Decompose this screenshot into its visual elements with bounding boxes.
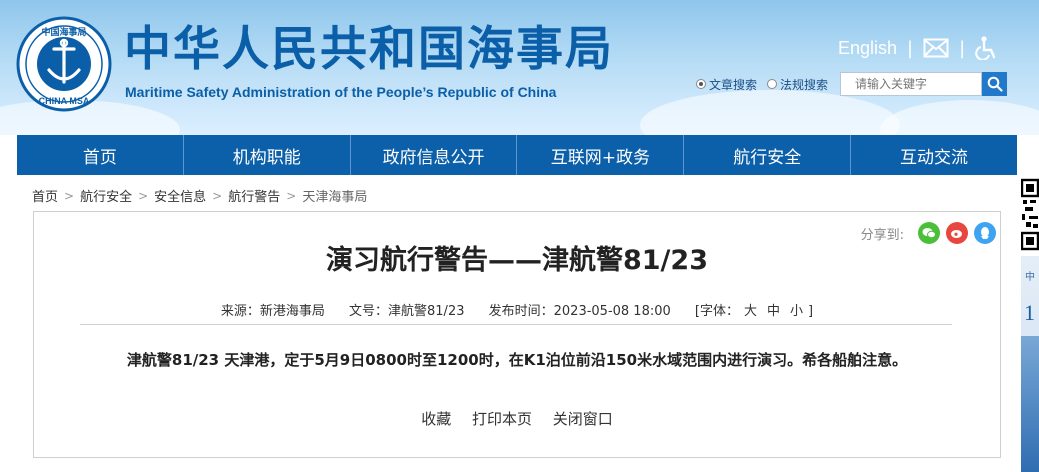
radio-dot[interactable] [696,79,706,89]
search-option-label: 文章搜索 [709,77,758,92]
article-title: 演习航行警告——津航警81/23 [325,245,708,276]
site-title[interactable]: 中华人民共和国海事局 [124,22,614,78]
separator: | [959,37,966,59]
search-area: 文章搜索 法规搜索 [696,72,1008,96]
font-size-close: ] [808,304,814,319]
side-panel-strip [1021,336,1039,472]
search-option-articles[interactable]: 文章搜索 [696,76,757,93]
breadcrumb-link[interactable]: 航行安全 [80,186,132,205]
nav-item-internet-services[interactable]: 互联网+政务 [517,135,685,175]
mail-icon[interactable] [923,38,949,58]
accessibility-icon[interactable] [975,36,997,60]
search-button[interactable] [982,72,1008,96]
msa-emblem-logo[interactable]: 中国海事局 CHINA MSA [16,16,112,112]
header-cloud [640,90,900,135]
close-window-link[interactable]: 关闭窗口 [553,410,613,428]
breadcrumb-arrow-icon: > [286,188,297,203]
search-input[interactable] [840,72,983,96]
breadcrumb-link[interactable]: 天津海事局 [302,186,367,205]
breadcrumb-arrow-icon: > [64,188,75,203]
nav-item-gov-info[interactable]: 政府信息公开 [351,135,518,175]
article-actions: 收藏 打印本页 关闭窗口 [34,408,1000,429]
font-size-switcher: [字体： 大中小] [695,304,813,319]
article-body: 津航警81/23 天津港，定于5月9日0800时至1200时，在K1泊位前沿15… [126,351,908,369]
print-link[interactable]: 打印本页 [472,410,532,428]
nav-item-home[interactable]: 首页 [17,135,184,175]
meta-divider [80,324,952,325]
english-link[interactable]: English [838,38,897,59]
favorite-link[interactable]: 收藏 [421,410,451,428]
radio-dot[interactable] [767,79,778,89]
side-floating-panel[interactable]: 中 1 [1021,256,1039,472]
breadcrumb: 首页 > 航行安全 > 安全信息 > 航行警告 > 天津海事局 [32,186,367,206]
font-size-small[interactable]: 小 [790,304,803,319]
breadcrumb-link[interactable]: 安全信息 [154,186,206,205]
header-cloud [880,100,1039,135]
nav-item-navigation-safety[interactable]: 航行安全 [684,135,852,175]
side-panel-number: 1 [1024,300,1035,325]
side-panel-text: 中 [1025,272,1035,283]
top-links: English | | [838,36,997,60]
qr-code[interactable] [1020,178,1039,252]
emblem-bottom-text: CHINA MSA [39,96,90,106]
article-meta: 来源：新港海事局 文号：津航警81/23 发布时间：2023-05-08 18:… [34,300,1000,319]
main-nav: 首页 机构职能 政府信息公开 互联网+政务 航行安全 互动交流 [17,135,1017,175]
article-publish-time: 发布时间：2023-05-08 18:00 [488,304,671,319]
article-panel: 分享到: 演习航行警告——津航警81/23 来源：新港海事局 文号：津航警81/… [33,211,1001,458]
font-size-label: [字体： [694,304,739,319]
breadcrumb-arrow-icon: > [138,188,149,203]
breadcrumb-arrow-icon: > [212,188,223,203]
nav-item-interaction[interactable]: 互动交流 [851,135,1017,175]
article-doc-number: 文号：津航警81/23 [349,304,465,319]
emblem-top-text: 中国海事局 [41,26,86,38]
article-source: 来源：新港海事局 [220,304,325,319]
separator: | [907,37,914,59]
search-icon [987,76,1003,92]
search-option-label: 法规搜索 [780,77,829,92]
site-subtitle: Maritime Safety Administration of the Pe… [125,84,557,100]
font-size-large[interactable]: 大 [744,304,757,319]
nav-item-functions[interactable]: 机构职能 [184,135,351,175]
breadcrumb-link[interactable]: 航行警告 [228,186,280,205]
site-header: 中国海事局 CHINA MSA 中华人民共和国海事局 Maritime Safe… [0,0,1039,135]
font-size-medium[interactable]: 中 [767,304,780,319]
breadcrumb-link[interactable]: 首页 [32,186,58,205]
search-option-regulations[interactable]: 法规搜索 [767,76,828,93]
